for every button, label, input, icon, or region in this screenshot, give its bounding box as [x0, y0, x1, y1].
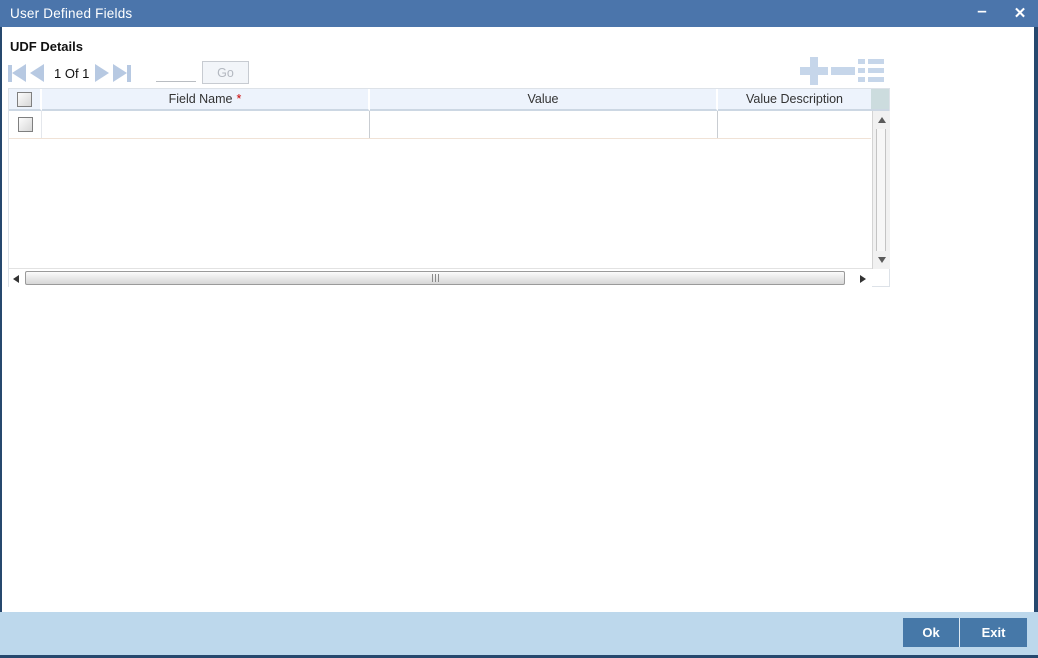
scroll-down-icon[interactable] [873, 253, 890, 267]
footer-buttons: Ok Exit [903, 618, 1027, 647]
column-label: Value Description [745, 92, 844, 106]
column-label: Value [527, 92, 559, 106]
horizontal-scrollbar[interactable] [9, 268, 872, 287]
record-actions [798, 57, 886, 85]
footer-bar: Ok Exit [0, 612, 1038, 655]
window-border-left [0, 27, 2, 658]
goto-page-input[interactable] [156, 64, 196, 82]
window-controls: – ✕ [972, 0, 1030, 27]
section-title: UDF Details [10, 39, 83, 54]
table-row [9, 111, 871, 139]
close-icon[interactable]: ✕ [1010, 0, 1030, 27]
select-all-checkbox[interactable] [17, 91, 32, 107]
titlebar: User Defined Fields – ✕ [0, 0, 1038, 27]
udf-grid: Field Name * Value Value Description [8, 88, 890, 287]
first-page-icon[interactable] [8, 64, 26, 82]
go-button[interactable]: Go [202, 61, 249, 84]
grid-header: Field Name * Value Value Description [9, 89, 889, 111]
value-description-cell[interactable] [718, 111, 871, 138]
column-header-field-name: Field Name * [42, 89, 370, 111]
previous-page-icon[interactable] [30, 64, 44, 82]
plus-icon[interactable] [800, 57, 828, 85]
window-border-right [1034, 27, 1038, 658]
exit-button[interactable]: Exit [960, 618, 1027, 647]
scroll-corner [871, 89, 889, 111]
required-asterisk: * [236, 92, 242, 106]
column-header-value: Value [370, 89, 718, 111]
vertical-scroll-thumb[interactable] [876, 129, 886, 251]
last-page-icon[interactable] [113, 64, 132, 82]
column-header-value-description: Value Description [718, 89, 871, 111]
list-icon[interactable] [858, 59, 884, 83]
scroll-right-icon[interactable] [856, 269, 870, 288]
scroll-up-icon[interactable] [873, 113, 890, 127]
scroll-left-icon[interactable] [9, 269, 23, 288]
minus-icon[interactable] [831, 67, 855, 75]
column-label: Field Name [168, 92, 233, 106]
header-select-all-cell [9, 89, 42, 111]
minimize-icon[interactable]: – [972, 0, 992, 30]
ok-button[interactable]: Ok [903, 618, 960, 647]
row-checkbox-cell [9, 111, 42, 138]
horizontal-scroll-thumb[interactable] [25, 271, 845, 285]
next-page-icon[interactable] [95, 64, 110, 82]
page-indicator: 1 Of 1 [54, 65, 90, 81]
pagination-bar: 1 Of 1 [8, 60, 135, 86]
value-cell[interactable] [370, 111, 718, 138]
window-title: User Defined Fields [10, 6, 133, 21]
field-name-cell[interactable] [42, 111, 370, 138]
vertical-scrollbar[interactable] [872, 111, 890, 269]
row-checkbox[interactable] [17, 117, 33, 132]
udf-dialog: User Defined Fields – ✕ UDF Details 1 Of… [0, 0, 1038, 658]
